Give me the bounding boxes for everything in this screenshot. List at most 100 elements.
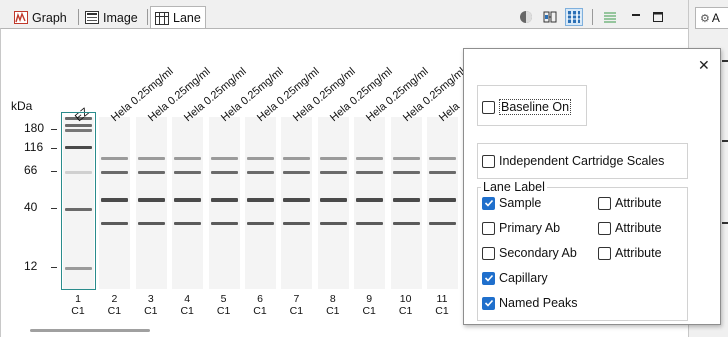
checkbox-box[interactable] xyxy=(482,100,495,114)
lane-capillary: C1 xyxy=(107,305,122,317)
independent-scales-label: Independent Cartridge Scales xyxy=(499,154,665,168)
lane-11[interactable] xyxy=(427,117,458,289)
lane-number: 8 xyxy=(329,293,336,305)
lane-label-option-sample[interactable]: Sample xyxy=(482,196,541,210)
lane-band xyxy=(283,198,311,202)
lane-footer: 10 C1 xyxy=(391,293,421,317)
lane-number: 3 xyxy=(147,293,154,305)
lane-band xyxy=(392,157,420,160)
lane-6[interactable] xyxy=(245,117,276,289)
lane-band xyxy=(137,198,165,202)
scales-group: Independent Cartridge Scales xyxy=(477,143,688,179)
lane-header-label: Hela 0.25mg/ml xyxy=(182,65,249,125)
lane-9[interactable] xyxy=(354,117,386,289)
lane-capillary: C1 xyxy=(71,305,85,317)
lane-3[interactable] xyxy=(135,117,167,289)
lane-7[interactable] xyxy=(281,117,313,289)
checkbox-box[interactable] xyxy=(482,221,495,235)
lane-band xyxy=(101,198,129,202)
checkbox-box[interactable] xyxy=(598,196,611,210)
lane-band xyxy=(247,171,274,174)
lane-footer: 1 C1 xyxy=(63,293,93,317)
checkbox-label: Attribute xyxy=(615,221,662,235)
tab-analysis-label: A xyxy=(711,11,720,25)
checkbox-box[interactable] xyxy=(482,154,495,168)
mw-marker-label: 12 xyxy=(24,259,38,273)
lane-header-label: Hela 0.25mg/ml xyxy=(255,65,322,125)
lane-band xyxy=(356,171,384,174)
mw-marker-tick xyxy=(51,129,57,130)
checkbox-label: Attribute xyxy=(615,196,662,210)
lane-footer: 8 C1 xyxy=(318,293,348,317)
lane-8[interactable] xyxy=(317,117,349,289)
lane-number: 6 xyxy=(257,293,263,305)
checkbox-box[interactable] xyxy=(482,271,495,285)
lane-number: 9 xyxy=(366,293,373,305)
lane-capillary: C1 xyxy=(216,305,231,317)
tab-analysis[interactable]: ⚙ A xyxy=(695,7,728,29)
lane-label-option-named-peaks[interactable]: Named Peaks xyxy=(482,296,578,310)
lane-band xyxy=(429,198,456,202)
tab-lane[interactable]: Lane xyxy=(150,6,206,29)
lane-band xyxy=(392,222,420,225)
lane-band xyxy=(283,171,311,174)
lane-label-option-capillary[interactable]: Capillary xyxy=(482,271,548,285)
lane-band xyxy=(319,198,347,202)
lane-capillary: C1 xyxy=(144,305,158,317)
close-icon[interactable]: ✕ xyxy=(698,57,710,74)
tab-divider xyxy=(147,9,148,25)
lane-band xyxy=(356,222,384,225)
lane-band xyxy=(174,171,202,174)
mw-marker-tick xyxy=(51,171,57,172)
checkbox-box[interactable] xyxy=(598,221,611,235)
tab-graph[interactable]: Graph xyxy=(10,7,71,28)
baseline-checkbox[interactable]: Baseline On xyxy=(482,99,572,115)
checkbox-box[interactable] xyxy=(482,296,495,310)
lane-band xyxy=(429,171,456,174)
stacked-lines-icon[interactable] xyxy=(601,8,619,26)
lane-footer: 7 C1 xyxy=(281,293,311,317)
checkbox-box[interactable] xyxy=(482,246,495,260)
minimize-icon[interactable] xyxy=(627,8,645,26)
lane-footer: 11 C1 xyxy=(427,293,457,317)
lane-band xyxy=(210,222,238,225)
mw-marker-tick xyxy=(51,148,57,149)
lane-footer: 6 C1 xyxy=(245,293,275,317)
circle-toggle-icon[interactable] xyxy=(517,8,535,26)
attribute-option[interactable]: Attribute xyxy=(598,221,662,235)
lane-4[interactable] xyxy=(172,117,204,289)
horizontal-scrollbar[interactable] xyxy=(30,329,150,332)
tab-image-label: Image xyxy=(103,10,138,25)
lane-capillary: C1 xyxy=(326,305,340,317)
unit-label: kDa xyxy=(11,99,33,113)
lane-label-option-secondary-ab[interactable]: Secondary Ab xyxy=(482,246,577,260)
lane-capillary: C1 xyxy=(362,305,376,317)
lane-band xyxy=(429,157,456,160)
lane-10[interactable] xyxy=(390,117,422,289)
lane-band xyxy=(174,222,202,225)
maximize-icon[interactable] xyxy=(649,8,667,26)
baseline-label: Baseline On xyxy=(499,99,572,115)
checkbox-box[interactable] xyxy=(482,196,495,210)
fit-icon[interactable] xyxy=(541,8,559,26)
lane-2[interactable] xyxy=(99,117,131,289)
independent-scales-checkbox[interactable]: Independent Cartridge Scales xyxy=(482,154,664,168)
lane-5[interactable] xyxy=(208,117,240,289)
lane-band xyxy=(210,198,238,202)
tab-image[interactable]: Image xyxy=(81,7,142,28)
lane-band xyxy=(137,157,165,160)
lane-label-title: Lane Label xyxy=(481,180,547,194)
lane-band xyxy=(137,222,165,225)
lane-capillary: C1 xyxy=(398,305,413,317)
checkbox-label: Secondary Ab xyxy=(499,246,577,260)
lane-band xyxy=(247,198,274,202)
checkbox-box[interactable] xyxy=(598,246,611,260)
lane-label-option-primary-ab[interactable]: Primary Ab xyxy=(482,221,560,235)
image-icon xyxy=(85,11,99,24)
lane-view-icon[interactable] xyxy=(565,8,583,26)
attribute-option[interactable]: Attribute xyxy=(598,246,662,260)
attribute-option[interactable]: Attribute xyxy=(598,196,662,210)
gear-icon: ⚙ xyxy=(700,12,710,25)
view-tab-bar: Graph Image Lane xyxy=(0,0,688,29)
mw-marker-tick xyxy=(51,208,57,209)
